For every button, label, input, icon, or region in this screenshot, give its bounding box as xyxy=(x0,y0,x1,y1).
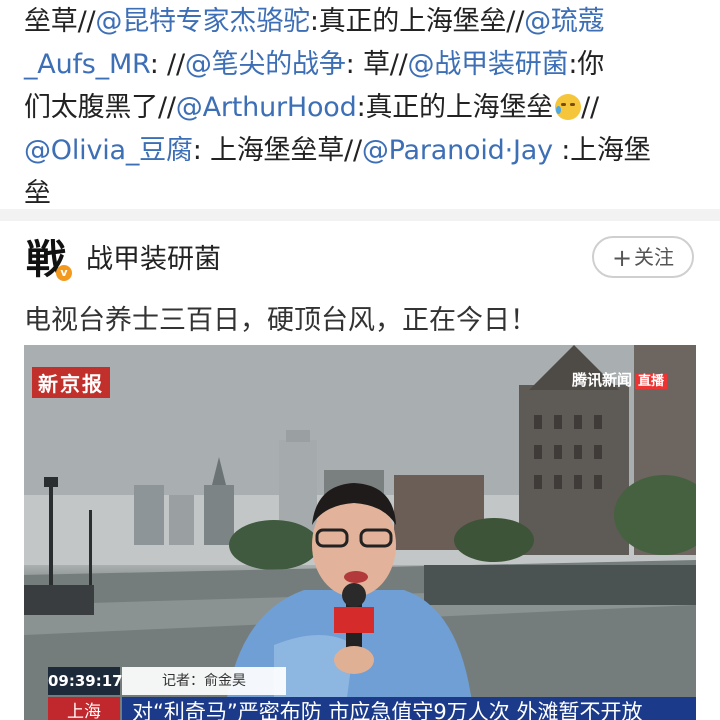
follow-button[interactable]: + 关注 xyxy=(592,236,694,278)
thread-line-2: _Aufs_MR: //@笔尖的战争: 草//@战甲装研菌:你 xyxy=(24,43,702,86)
user-mention-link[interactable]: _Aufs_MR xyxy=(24,49,150,80)
verified-badge-icon: v xyxy=(56,265,72,281)
comment-text: 们太腹黑了// xyxy=(24,92,176,123)
news-channel-logo: 腾讯新闻 直播 xyxy=(572,369,668,390)
thread-line-3-tail: // xyxy=(581,92,599,123)
post-text: 电视台养士三百日，硬顶台风，正在今日！ xyxy=(24,305,537,336)
live-badge: 直播 xyxy=(635,374,668,389)
headline-ticker: 对“利奇马”严密布防 市应急值守9万人次 外滩暂不开放 xyxy=(122,697,696,720)
comment-text: :你 xyxy=(568,49,605,80)
location-tag: 上海 xyxy=(48,697,120,720)
comment-text: 垒草// xyxy=(24,6,96,37)
comment-text: :真正的上海堡垒// xyxy=(309,6,525,37)
comment-text: : 上海堡垒草// xyxy=(192,135,362,166)
reporter-label: 记者：俞金昊 xyxy=(122,667,286,695)
user-mention-link[interactable]: @昆特专家杰骆驼 xyxy=(95,6,310,37)
video-thumbnail[interactable]: 新京报 腾讯新闻 直播 09:39:17 记者：俞金昊 上海 对“利奇马”严密布防… xyxy=(24,345,696,720)
section-divider xyxy=(0,209,720,221)
news-logo-text: 腾讯新闻 xyxy=(572,371,633,389)
user-mention-link[interactable]: @Olivia_豆腐 xyxy=(24,135,193,166)
comment-text: : 草// xyxy=(345,49,408,80)
user-mention-link[interactable]: @ArthurHood xyxy=(176,92,357,123)
timecode: 09:39:17 xyxy=(48,667,123,695)
user-mention-link[interactable]: @琉蔻 xyxy=(524,6,605,37)
thread-line-1: 垒草//@昆特专家杰骆驼:真正的上海堡垒//@琉蔻 xyxy=(24,0,702,43)
user-mention-link[interactable]: @Paranoid·Jay xyxy=(362,135,553,166)
repost-thread: 垒草//@昆特专家杰骆驼:真正的上海堡垒//@琉蔻 _Aufs_MR: //@笔… xyxy=(24,0,702,215)
bund-scene-illustration xyxy=(24,345,696,720)
comment-text: 垒 xyxy=(24,178,51,209)
original-post-header: 戦 v 战甲装研菌 + 关注 xyxy=(0,221,720,301)
user-mention-link[interactable]: @战甲装研菌 xyxy=(408,49,569,80)
source-logo: 新京报 xyxy=(32,367,110,398)
user-mention-link[interactable]: @笔尖的战争 xyxy=(185,49,346,80)
laughing-crying-emoji-icon xyxy=(555,94,582,120)
follow-label: 关注 xyxy=(634,245,675,269)
plus-icon: + xyxy=(611,244,633,272)
comment-text: :真正的上海堡垒 xyxy=(356,92,554,123)
comment-text: : // xyxy=(149,49,185,80)
comment-text: :上海堡 xyxy=(552,135,651,166)
thread-line-3: 们太腹黑了//@ArthurHood:真正的上海堡垒 // xyxy=(24,86,702,129)
thread-line-4: @Olivia_豆腐: 上海堡垒草//@Paranoid·Jay :上海堡 xyxy=(24,129,702,172)
author-name[interactable]: 战甲装研菌 xyxy=(86,241,221,279)
